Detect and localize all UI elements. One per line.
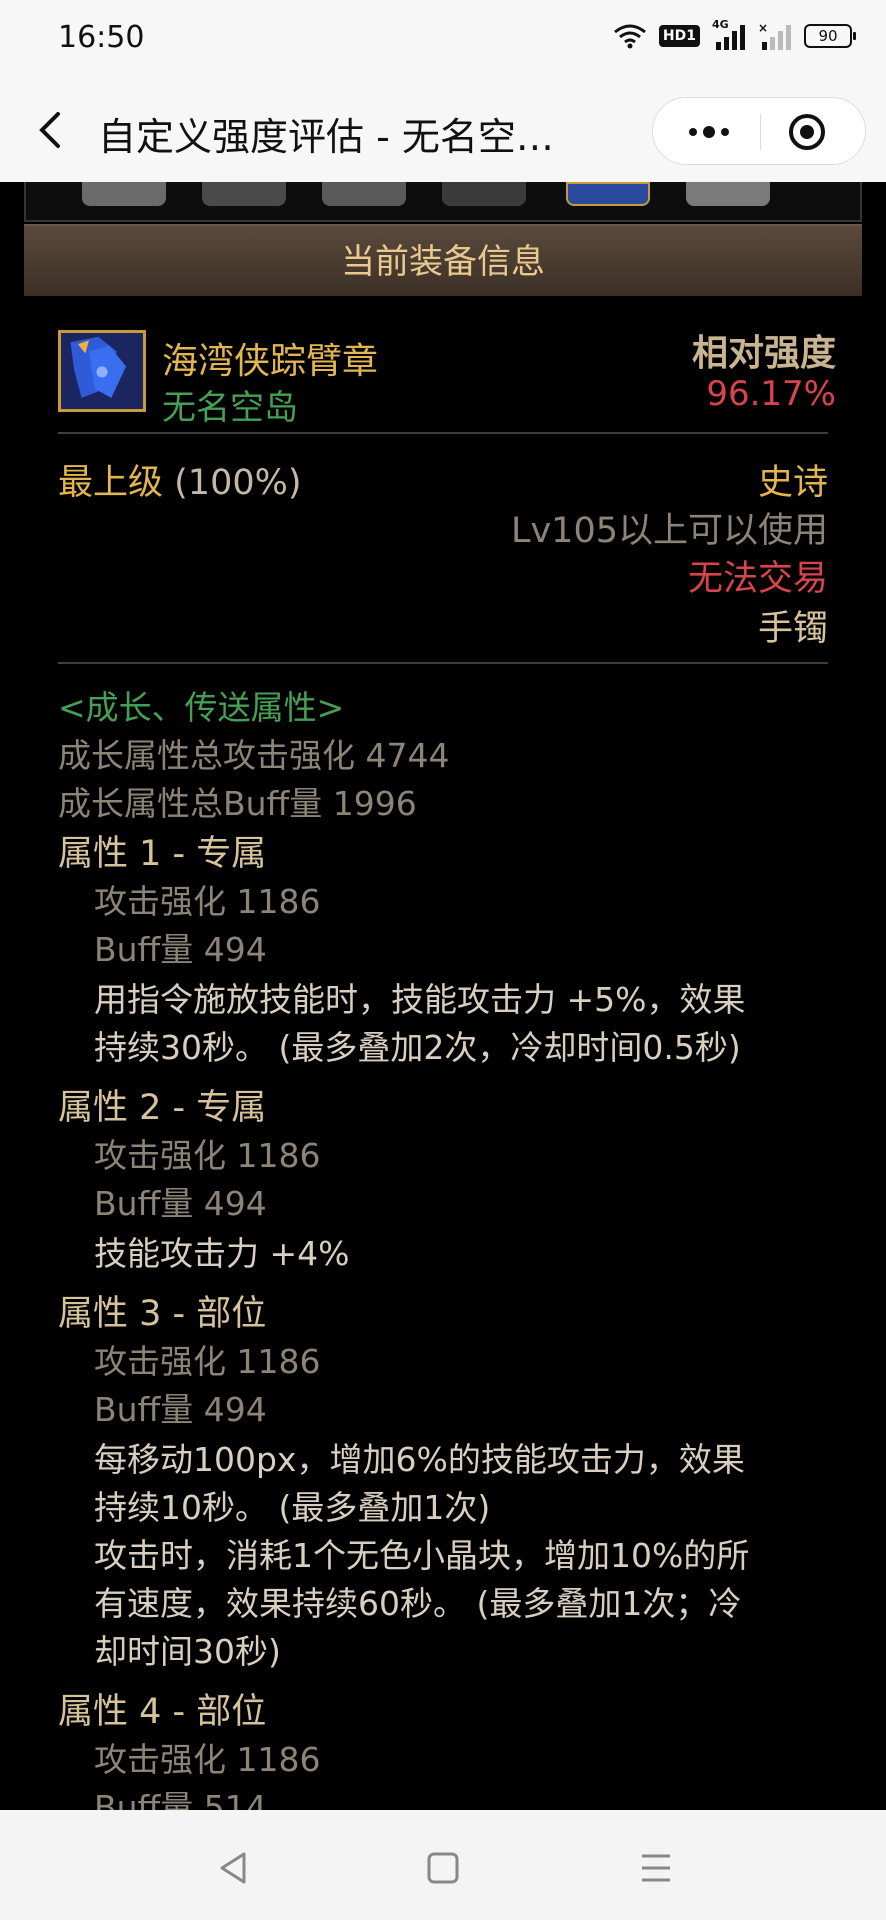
chevron-left-icon[interactable] bbox=[30, 108, 70, 152]
trade-status: 无法交易 bbox=[687, 559, 828, 599]
rarity-label: 史诗 bbox=[757, 463, 828, 503]
capsule-menu bbox=[652, 97, 866, 165]
attr-title: 属性 4 - 部位 bbox=[58, 1692, 267, 1732]
item-name: 海湾侠踪臂章 bbox=[162, 341, 379, 382]
svg-text:×: × bbox=[758, 22, 768, 35]
slot-icon-selected[interactable] bbox=[566, 182, 650, 206]
attr-title: 属性 2 - 专属 bbox=[58, 1088, 267, 1128]
attr-attack: 攻击强化 1186 bbox=[94, 1342, 321, 1381]
growth-section-title: <成长、传送属性> bbox=[58, 688, 345, 727]
more-dots-icon[interactable] bbox=[683, 118, 735, 146]
grade-percent: (100%) bbox=[174, 463, 302, 503]
mini-program-nav-bar: 自定义强度评估 - 无名空… bbox=[0, 78, 886, 182]
back-triangle-icon[interactable] bbox=[214, 1848, 254, 1888]
system-nav-bar bbox=[0, 1810, 886, 1920]
growth-total-attack: 成长属性总攻击强化 4744 bbox=[58, 736, 450, 775]
attr-desc: 有速度，效果持续60秒。 (最多叠加1次；冷 bbox=[94, 1584, 742, 1623]
slot-icon[interactable] bbox=[686, 182, 770, 206]
attr-desc: 用指令施放技能时，技能攻击力 +5%，效果 bbox=[94, 980, 746, 1019]
armband-icon bbox=[58, 330, 146, 412]
attr-buff: Buff量 494 bbox=[94, 930, 267, 969]
capsule-divider bbox=[760, 114, 761, 150]
signal-weak-icon: × bbox=[758, 22, 791, 50]
slot-icon[interactable] bbox=[82, 182, 166, 206]
status-bar: 16:50 HD1 4G × 90 bbox=[0, 0, 886, 78]
menu-lines-icon[interactable] bbox=[636, 1848, 676, 1888]
wifi-icon bbox=[613, 24, 646, 49]
attr-attack: 攻击强化 1186 bbox=[94, 1740, 321, 1779]
relative-strength-value: 96.17% bbox=[706, 374, 836, 414]
status-time: 16:50 bbox=[58, 20, 145, 55]
relative-strength-label: 相对强度 bbox=[691, 333, 836, 374]
grade-row: 最上级 (100%) bbox=[58, 454, 302, 505]
item-source: 无名空岛 bbox=[162, 388, 298, 428]
equipment-slot-strip bbox=[24, 182, 862, 222]
divider bbox=[58, 662, 828, 664]
attr-desc: 攻击时，消耗1个无色小晶块，增加10%的所 bbox=[94, 1536, 750, 1575]
grade-label: 最上级 bbox=[58, 463, 164, 503]
level-requirement: Lv105以上可以使用 bbox=[510, 511, 828, 551]
target-circle-icon[interactable] bbox=[787, 112, 827, 152]
slot-icon[interactable] bbox=[442, 182, 526, 206]
page-title: 自定义强度评估 - 无名空… bbox=[98, 115, 554, 159]
attr-desc: 每移动100px，增加6%的技能攻击力，效果 bbox=[94, 1440, 745, 1479]
home-square-icon[interactable] bbox=[423, 1848, 463, 1888]
slot-type: 手镯 bbox=[757, 609, 828, 649]
divider bbox=[58, 432, 828, 434]
attr-title: 属性 3 - 部位 bbox=[58, 1294, 267, 1334]
slot-icon[interactable] bbox=[322, 182, 406, 206]
attr-title: 属性 1 - 专属 bbox=[58, 834, 267, 874]
status-icons: HD1 4G × 90 bbox=[613, 18, 856, 50]
section-header: 当前装备信息 bbox=[24, 224, 862, 296]
hd-badge: HD1 bbox=[658, 25, 700, 47]
signal-icon: 4G bbox=[712, 18, 746, 50]
attr-buff: Buff量 494 bbox=[94, 1390, 267, 1429]
attr-attack: 攻击强化 1186 bbox=[94, 882, 321, 921]
attr-desc: 持续30秒。 (最多叠加2次，冷却时间0.5秒) bbox=[94, 1028, 741, 1067]
attr-desc: 技能攻击力 +4% bbox=[94, 1234, 350, 1273]
attr-buff: Buff量 514 bbox=[94, 1788, 267, 1810]
attr-desc: 却时间30秒) bbox=[94, 1632, 281, 1671]
growth-total-buff: 成长属性总Buff量 1996 bbox=[58, 784, 417, 823]
equipment-detail: 当前装备信息 海湾侠踪臂章 无名空岛 相对强度 96.17% 最上级 (100%… bbox=[0, 182, 886, 1810]
attr-desc: 持续10秒。 (最多叠加1次) bbox=[94, 1488, 491, 1527]
attr-attack: 攻击强化 1186 bbox=[94, 1136, 321, 1175]
attr-buff: Buff量 494 bbox=[94, 1184, 267, 1223]
battery-icon: 90 bbox=[804, 24, 856, 48]
slot-icon[interactable] bbox=[202, 182, 286, 206]
